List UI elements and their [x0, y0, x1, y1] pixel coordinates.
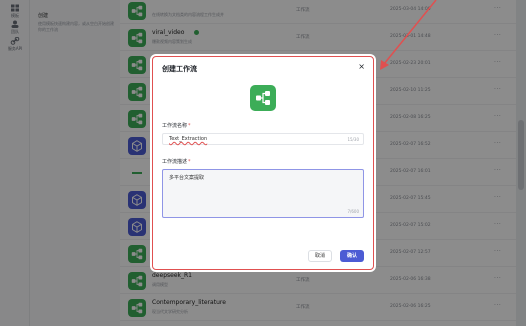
required-mark: *: [188, 159, 191, 165]
name-label-text: 工作流名称: [162, 123, 188, 129]
workflow-name-input[interactable]: Text_Extraction 15/30: [162, 133, 364, 145]
workflow-name-value: Text_Extraction: [169, 136, 208, 142]
workflow-app-icon[interactable]: [250, 85, 276, 111]
name-field-label: 工作流名称*: [162, 122, 191, 129]
cancel-button[interactable]: 取消: [308, 250, 332, 262]
workflow-description-textarea[interactable]: 多平台文案提取 7/600: [162, 169, 364, 218]
close-icon[interactable]: ×: [358, 62, 365, 71]
workflow-icon: [256, 91, 270, 105]
desc-char-count: 7/600: [347, 209, 359, 214]
workflow-description-value: 多平台文案提取: [169, 175, 205, 181]
desc-field-label: 工作流描述*: [162, 158, 191, 165]
dialog-title: 创建工作流: [162, 65, 197, 73]
create-workflow-dialog: 创建工作流 × 工作流名称* Text_Extraction 15/30 工作流…: [152, 56, 374, 270]
required-mark: *: [188, 123, 191, 129]
desc-label-text: 工作流描述: [162, 159, 188, 165]
confirm-button[interactable]: 确认: [340, 250, 364, 262]
name-char-count: 15/30: [347, 136, 359, 142]
